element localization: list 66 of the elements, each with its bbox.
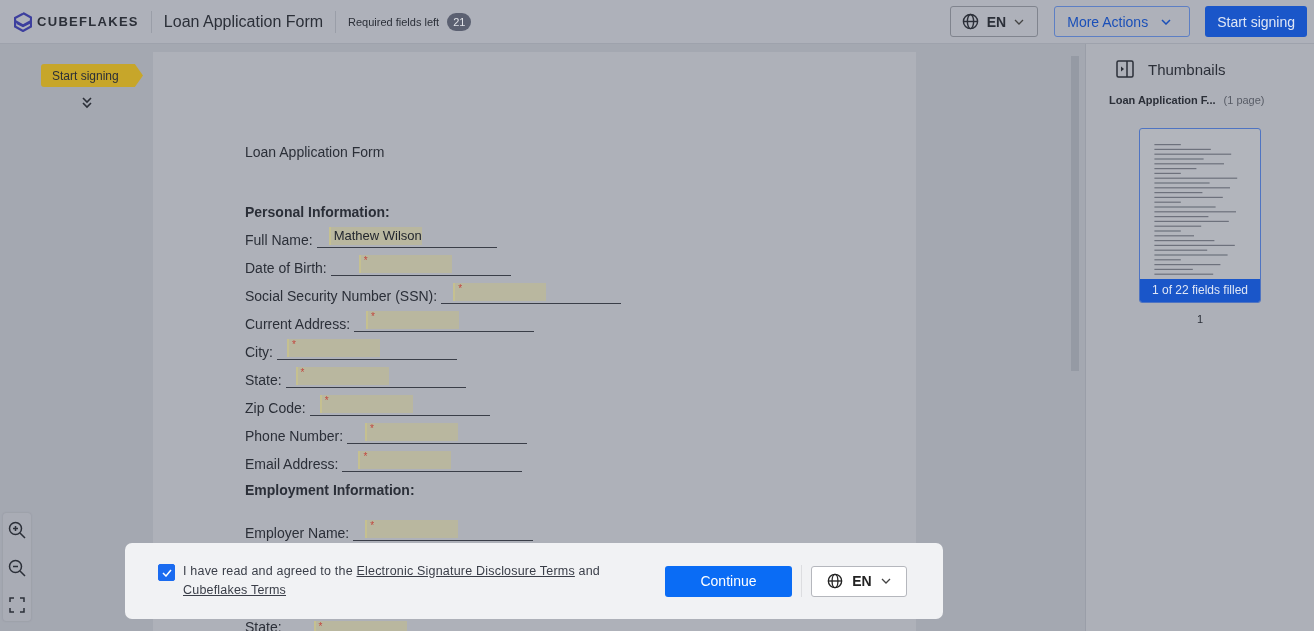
required-marker: * [300, 367, 305, 379]
required-marker: * [363, 451, 368, 463]
fill-in-line[interactable]: * [330, 255, 511, 276]
globe-icon [827, 573, 844, 589]
fill-in-line[interactable]: * [353, 520, 534, 541]
fill-in-line[interactable]: Mathew Wilson [316, 227, 497, 248]
file-name: Loan Application F... [1109, 94, 1216, 106]
page-count: (1 page) [1223, 94, 1265, 106]
consent-text: I have read and agreed to the Electronic Signature Disclosure Terms and Cubeflakes Terms [183, 563, 601, 599]
globe-icon [961, 13, 979, 30]
sidebar-panel-icon[interactable] [1116, 60, 1134, 78]
continue-button[interactable]: Continue [665, 565, 792, 597]
field-label: Social Security Number (SSN): [245, 288, 438, 304]
zoom-in-icon[interactable] [8, 521, 26, 539]
required-marker: * [292, 339, 296, 351]
required-count-badge: 21 [447, 12, 472, 31]
checkmark-icon [161, 568, 172, 577]
agree-checkbox[interactable] [158, 564, 175, 581]
fullscreen-icon[interactable] [9, 597, 25, 613]
field-value: Mathew Wilson [333, 227, 422, 245]
field-label: Current Address: [245, 316, 351, 332]
fill-in-line[interactable]: * [342, 451, 523, 472]
required-marker: * [324, 395, 329, 407]
thumbnails-title: Thumbnails [1148, 60, 1226, 78]
brand-name: CUBEFLAKES [37, 14, 139, 29]
field-label: Zip Code: [245, 400, 306, 416]
fill-in-line[interactable]: * [309, 395, 490, 416]
fill-in-line[interactable]: * [347, 423, 528, 444]
required-marker: * [370, 423, 374, 435]
chevron-down-icon [1161, 18, 1172, 25]
chevron-down-icon [1014, 18, 1025, 25]
field-label: Email Address: [245, 456, 339, 472]
field-label: Full Name: [245, 232, 313, 248]
required-marker: * [371, 311, 375, 323]
required-marker: * [370, 520, 375, 532]
start-signing-button[interactable]: Start signing [1205, 6, 1307, 37]
language-dropdown[interactable]: EN [949, 6, 1039, 37]
double-chevron-down-icon[interactable] [81, 97, 93, 109]
fill-in-line[interactable]: * [354, 311, 535, 332]
chevron-down-icon [880, 578, 891, 584]
start-signing-tag[interactable]: Start signing [41, 64, 143, 87]
terms-link[interactable]: Cubeflakes Terms [183, 583, 286, 597]
disclosure-terms-link[interactable]: Electronic Signature Disclosure Terms [356, 564, 575, 578]
required-marker: * [458, 283, 463, 295]
fill-in-line[interactable]: * [277, 339, 457, 360]
document-title: Loan Application Form [163, 12, 324, 31]
page-thumbnail[interactable]: 1 of 22 fields filled [1139, 128, 1261, 303]
section-heading: Employment Information: [245, 481, 416, 500]
required-marker: * [363, 255, 368, 267]
more-actions-button[interactable]: More Actions [1054, 6, 1191, 37]
field-label: City: [245, 344, 273, 360]
field-label: Phone Number: [245, 428, 344, 444]
page-number: 1 [1196, 313, 1204, 325]
field-label: State: [245, 372, 282, 388]
form-title: Loan Application Form [245, 144, 386, 160]
fill-in-line[interactable]: * [441, 283, 622, 304]
fields-progress-bar: 1 of 22 fields filled [1140, 279, 1260, 302]
fill-in-line[interactable]: * [285, 367, 466, 388]
logo-icon [14, 11, 32, 32]
field-label: Date of Birth: [245, 260, 327, 276]
zoom-out-icon[interactable] [8, 559, 26, 577]
section-heading: Personal Information: [245, 203, 391, 222]
language-dropdown[interactable]: EN [811, 565, 907, 597]
required-fields-label: Required fields left [348, 15, 440, 28]
field-label: Employer Name: [245, 525, 350, 541]
required-marker: * [318, 621, 323, 631]
